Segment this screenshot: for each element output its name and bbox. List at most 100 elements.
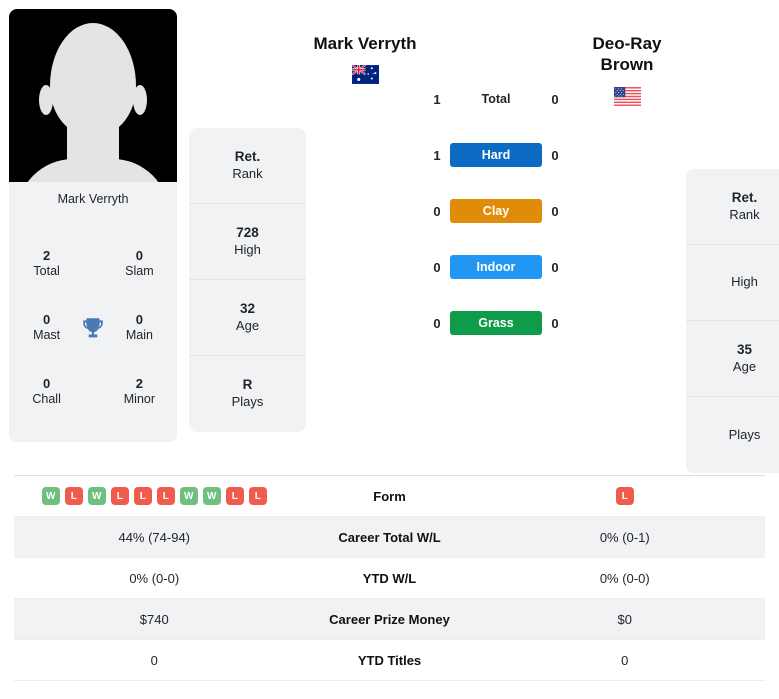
- left-player-card[interactable]: Mark Verryth 2 Total 0 Slam 0 Mast 0 Mai…: [9, 9, 177, 442]
- title-stat-label: Mast: [33, 328, 61, 343]
- form-badge-win[interactable]: W: [87, 487, 106, 505]
- form-badge-loss[interactable]: L: [110, 487, 129, 505]
- form-badge-loss[interactable]: L: [615, 487, 634, 505]
- table-row-ytd-titles: 0 YTD Titles 0: [14, 640, 765, 681]
- rank-label: Age: [235, 317, 260, 333]
- rank-segment-high: 728 High: [189, 204, 306, 280]
- surface-row-total: 1 Total 0: [424, 71, 568, 127]
- table-row-career-prize-money: $740 Career Prize Money $0: [14, 599, 765, 640]
- surface-badge-grass[interactable]: Grass: [450, 311, 542, 335]
- row-label-form: Form: [373, 488, 406, 504]
- rank-value: 32: [239, 300, 256, 316]
- right-surface-score: 0: [551, 259, 559, 275]
- title-stat-chall: 0 Chall: [17, 376, 76, 407]
- usa-flag-icon: [613, 86, 641, 106]
- title-stat-label: Chall: [32, 392, 61, 407]
- rank-label: High: [234, 241, 261, 257]
- left-form-cell: WLWLLLWWLL: [14, 487, 295, 505]
- rank-value: 728: [236, 224, 259, 240]
- row-label-ytd-wl: YTD W/L: [362, 570, 417, 586]
- left-player-photo: Mark Verryth: [9, 9, 177, 216]
- form-badge-win[interactable]: W: [41, 487, 60, 505]
- rank-segment-plays: Plays: [686, 397, 779, 473]
- rank-value: Ret.: [234, 148, 261, 164]
- title-stat-slam: 0 Slam: [110, 248, 169, 279]
- form-badge-loss[interactable]: L: [248, 487, 267, 505]
- title-stat-value: 2: [42, 248, 51, 264]
- trophy-icon: [76, 315, 110, 341]
- left-surface-score: 0: [433, 259, 441, 275]
- title-stat-label: Main: [125, 328, 153, 343]
- rank-label: Plays: [728, 426, 761, 442]
- surface-label-total: Total: [481, 92, 511, 106]
- rank-segment-rank: Ret. Rank: [189, 128, 306, 204]
- right-surface-score: 0: [551, 203, 559, 219]
- table-row-ytd-wl: 0% (0-0) YTD W/L 0% (0-0): [14, 558, 765, 599]
- left-surface-score: 1: [433, 147, 441, 163]
- title-stat-label: Minor: [123, 392, 156, 407]
- surface-badge-hard[interactable]: Hard: [450, 143, 542, 167]
- rank-value: Ret.: [731, 189, 758, 205]
- table-row-career-total-wl: 44% (74-94) Career Total W/L 0% (0-1): [14, 517, 765, 558]
- title-stat-mast: 0 Mast: [17, 312, 76, 343]
- left-ytd-titles: 0: [150, 652, 158, 668]
- table-row-form: WLWLLLWWLL Form L: [14, 476, 765, 517]
- rank-segment-age: 32 Age: [189, 280, 306, 356]
- right-ytd-titles: 0: [621, 652, 629, 668]
- avatar-ear-right-shape: [133, 85, 147, 115]
- right-surface-score: 0: [551, 315, 559, 331]
- surface-row-indoor: 0 Indoor 0: [424, 239, 568, 295]
- left-player-heading: Mark Verryth: [306, 9, 424, 85]
- rank-label: Rank: [232, 165, 263, 181]
- title-stat-value: 0: [42, 376, 51, 392]
- right-form-cell: L: [485, 487, 766, 505]
- left-surface-score: 0: [433, 315, 441, 331]
- left-surface-score: 1: [433, 91, 441, 107]
- left-surface-score: 0: [433, 203, 441, 219]
- title-stat-value: 0: [135, 312, 143, 328]
- left-career-prize-money: $740: [139, 611, 169, 627]
- rank-label: Plays: [231, 394, 264, 410]
- rank-label: Rank: [729, 206, 760, 222]
- right-player-name-line1: Deo-Ray: [592, 34, 662, 53]
- left-ytd-wl: 0% (0-0): [129, 570, 180, 586]
- surface-row-clay: 0 Clay 0: [424, 183, 568, 239]
- row-label-ytd-titles: YTD Titles: [357, 652, 422, 668]
- right-form-badges: L: [485, 487, 766, 505]
- surface-badge-indoor[interactable]: Indoor: [450, 255, 542, 279]
- avatar-ear-left-shape: [39, 85, 53, 115]
- form-badge-loss[interactable]: L: [133, 487, 152, 505]
- surface-row-hard: 1 Hard 0: [424, 127, 568, 183]
- form-badge-loss[interactable]: L: [64, 487, 83, 505]
- right-career-prize-money: $0: [617, 611, 632, 627]
- rank-value: 35: [736, 341, 753, 357]
- left-player-photo-caption: Mark Verryth: [9, 182, 177, 216]
- surface-badge-clay[interactable]: Clay: [450, 199, 542, 223]
- right-ytd-wl: 0% (0-0): [599, 570, 650, 586]
- right-player-name-line2: Brown: [600, 55, 654, 75]
- title-stat-value: 2: [135, 376, 143, 392]
- player-comparison-header: Mark Verryth 2 Total 0 Slam 0 Mast 0 Mai…: [0, 0, 779, 475]
- left-career-total-wl: 44% (74-94): [118, 529, 191, 545]
- form-badge-win[interactable]: W: [202, 487, 221, 505]
- rank-segment-age: 35 Age: [686, 321, 779, 397]
- comparison-stats-table: WLWLLLWWLL Form L 44% (74-94) Career Tot…: [14, 475, 765, 681]
- form-badge-loss[interactable]: L: [225, 487, 244, 505]
- left-rank-card: Ret. Rank 728 High 32 Age R Plays: [189, 128, 306, 432]
- left-player-name: Mark Verryth: [313, 34, 417, 53]
- row-label-career-prize-money: Career Prize Money: [329, 611, 450, 627]
- form-badge-win[interactable]: W: [179, 487, 198, 505]
- titles-row: 0 Mast 0 Main: [11, 296, 175, 360]
- surface-row-grass: 0 Grass 0: [424, 295, 568, 351]
- row-label-career-total-wl: Career Total W/L: [338, 529, 441, 545]
- title-stat-label: Slam: [125, 264, 154, 279]
- right-career-total-wl: 0% (0-1): [599, 529, 650, 545]
- titles-row: 0 Chall 2 Minor: [11, 360, 175, 424]
- rank-label: Age: [732, 358, 757, 374]
- titles-row: 2 Total 0 Slam: [11, 232, 175, 296]
- rank-value: R: [242, 377, 253, 393]
- form-badge-loss[interactable]: L: [156, 487, 175, 505]
- left-form-badges: WLWLLLWWLL: [14, 487, 295, 505]
- australia-flag-icon: [351, 65, 379, 85]
- title-stat-minor: 2 Minor: [110, 376, 169, 407]
